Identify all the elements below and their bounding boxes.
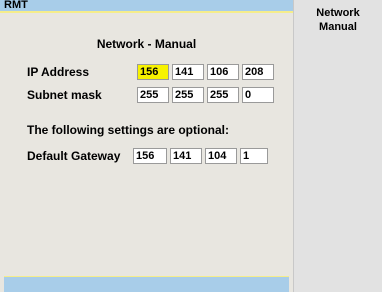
instrument-screen: RMT Network - Manual IP Address 156 141 … — [0, 0, 382, 292]
subnet-mask-octet-2[interactable]: 255 — [172, 87, 204, 103]
subnet-mask-octet-1[interactable]: 255 — [137, 87, 169, 103]
subnet-mask-octet-4[interactable]: 0 — [242, 87, 274, 103]
settings-content: Network - Manual IP Address 156 141 106 … — [4, 13, 289, 277]
default-gateway-octet-3[interactable]: 104 — [205, 148, 237, 164]
ip-address-octet-4[interactable]: 208 — [242, 64, 274, 80]
ip-address-label: IP Address — [27, 65, 90, 79]
main-panel: RMT Network - Manual IP Address 156 141 … — [0, 0, 293, 292]
status-bar — [4, 277, 289, 292]
softkey-network-manual-line2: Manual — [319, 21, 357, 33]
softkey-network-manual-line1: Network — [316, 7, 360, 19]
default-gateway-octet-2[interactable]: 141 — [170, 148, 202, 164]
optional-settings-note: The following settings are optional: — [27, 123, 230, 137]
softkey-panel: Network Manual — [293, 0, 382, 292]
default-gateway-octet-1[interactable]: 156 — [133, 148, 167, 164]
title-bar-label: RMT — [4, 0, 28, 11]
softkey-network-manual[interactable]: Network Manual — [294, 6, 382, 34]
ip-address-octet-1[interactable]: 156 — [137, 64, 169, 80]
default-gateway-octet-4[interactable]: 1 — [240, 148, 268, 164]
title-bar: RMT — [0, 0, 293, 11]
ip-address-octet-2[interactable]: 141 — [172, 64, 204, 80]
subnet-mask-octet-3[interactable]: 255 — [207, 87, 239, 103]
ip-address-octet-3[interactable]: 106 — [207, 64, 239, 80]
default-gateway-label: Default Gateway — [27, 149, 121, 163]
page-title: Network - Manual — [96, 37, 197, 51]
subnet-mask-label: Subnet mask — [27, 88, 102, 102]
